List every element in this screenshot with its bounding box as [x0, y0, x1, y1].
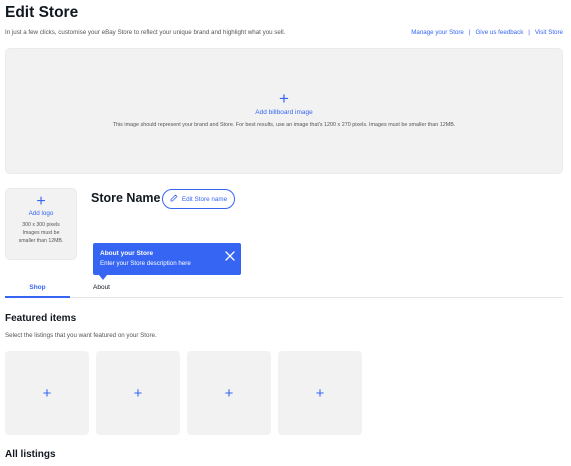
- tab-shop[interactable]: Shop: [5, 284, 70, 291]
- link-separator: |: [468, 29, 471, 36]
- plus-icon[interactable]: +: [6, 90, 562, 107]
- featured-slot-3[interactable]: +: [187, 351, 271, 435]
- edit-store-name-button[interactable]: Edit Store name: [162, 189, 235, 209]
- plus-icon: +: [42, 384, 52, 402]
- tooltip-title: About your Store: [100, 250, 154, 257]
- featured-slot-2[interactable]: +: [96, 351, 180, 435]
- plus-icon: +: [315, 384, 325, 402]
- add-logo-link[interactable]: Add logo: [6, 210, 76, 217]
- about-tooltip: About your Store Enter your Store descri…: [93, 243, 241, 280]
- plus-icon: +: [224, 384, 234, 402]
- tooltip-body: Enter your Store description here: [100, 260, 191, 267]
- billboard-hint: This image should represent your brand a…: [112, 122, 456, 128]
- billboard-dropzone[interactable]: + Add billboard image This image should …: [5, 48, 563, 174]
- tooltip-arrow: [99, 275, 107, 280]
- link-separator: |: [528, 29, 530, 36]
- visit-store-link[interactable]: Visit Store: [535, 29, 563, 36]
- edit-store-name-label: Edit Store name: [181, 195, 228, 203]
- plus-icon[interactable]: +: [6, 194, 76, 210]
- featured-items-title: Featured items: [5, 313, 77, 324]
- header-links: Manage your Store | Give us feedback | V…: [411, 29, 563, 36]
- store-name: Store Name: [91, 191, 161, 205]
- close-icon[interactable]: [224, 249, 236, 261]
- tab-active-indicator: [5, 296, 70, 298]
- featured-slot-4[interactable]: +: [278, 351, 362, 435]
- manage-store-link[interactable]: Manage your Store: [411, 29, 464, 36]
- featured-items-subtitle: Select the listings that you want featur…: [5, 332, 157, 339]
- tab-about[interactable]: About: [93, 284, 110, 291]
- all-listings-title: All listings: [5, 449, 56, 460]
- page-title: Edit Store: [5, 4, 79, 21]
- featured-slot-1[interactable]: +: [5, 351, 89, 435]
- plus-icon: +: [133, 384, 143, 402]
- add-billboard-link[interactable]: Add billboard image: [6, 109, 562, 116]
- pencil-icon: [170, 194, 178, 204]
- logo-hint: 300 x 300 pixels Images must be smaller …: [18, 222, 64, 244]
- tab-divider: [5, 297, 563, 298]
- feedback-link[interactable]: Give us feedback: [475, 29, 523, 36]
- logo-dropzone[interactable]: + Add logo 300 x 300 pixels Images must …: [5, 188, 77, 260]
- page-subtitle: In just a few clicks, customise your eBa…: [5, 29, 286, 36]
